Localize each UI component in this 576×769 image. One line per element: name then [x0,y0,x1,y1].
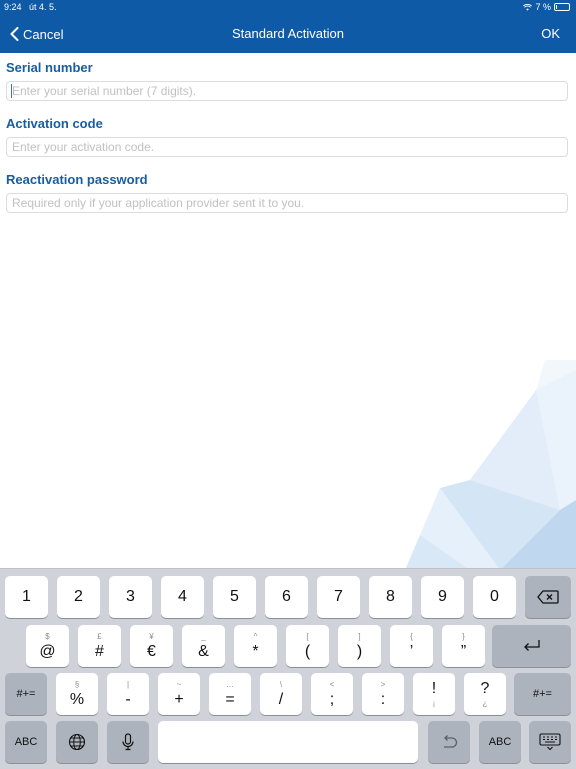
activation-code-input[interactable] [6,137,568,157]
key-6[interactable]: 6 [265,576,308,618]
key-5[interactable]: 5 [213,576,256,618]
key-slash[interactable]: \ / [260,673,302,715]
microphone-key[interactable] [107,721,149,763]
activation-code-label: Activation code [6,116,103,131]
reactivation-password-input[interactable] [6,193,568,213]
key-quote[interactable]: }” [442,625,485,667]
ok-button[interactable]: OK [541,26,560,41]
key-colon[interactable]: >: [362,673,404,715]
key-apostrophe[interactable]: {’ [390,625,433,667]
key-2[interactable]: 2 [57,576,100,618]
key-euro[interactable]: ¥ € [130,625,173,667]
symbols-shift-key-right[interactable]: #+= [514,673,571,715]
key-plus[interactable]: ~ + [158,673,200,715]
abc-key-right[interactable]: ABC [479,721,521,763]
key-equals[interactable]: … = [209,673,251,715]
abc-key-left[interactable]: ABC [5,721,47,763]
globe-icon [68,733,86,751]
undo-key[interactable] [428,721,470,763]
status-time: 9:24 [4,2,22,12]
key-9[interactable]: 9 [421,576,464,618]
return-key[interactable] [492,625,571,667]
key-exclamation[interactable]: ! ¡ [413,673,455,715]
key-percent[interactable]: §% [56,673,98,715]
navigation-bar: 9:24 út 4. 5. 7 % Cancel Standard Activa… [0,0,576,53]
return-icon [523,640,540,651]
background-decoration [405,360,576,570]
battery-icon [554,3,570,11]
key-8[interactable]: 8 [369,576,412,618]
page-title: Standard Activation [231,26,345,41]
keyboard-dismiss-icon [539,733,561,751]
undo-icon [444,735,458,748]
backspace-key[interactable] [525,576,571,618]
status-indicators: 7 % [523,2,570,12]
status-time-date: 9:24 út 4. 5. [4,2,57,12]
key-at[interactable]: $ @ [26,625,69,667]
wifi-icon [523,3,533,11]
globe-key[interactable] [56,721,98,763]
symbols-shift-key[interactable]: #+= [5,673,47,715]
key-0[interactable]: 0 [473,576,516,618]
backspace-icon [537,590,559,604]
text-cursor [11,84,12,98]
key-3[interactable]: 3 [109,576,152,618]
key-hash[interactable]: £ # [78,625,121,667]
key-minus[interactable]: | - [107,673,149,715]
key-1[interactable]: 1 [5,576,48,618]
serial-number-label: Serial number [6,60,93,75]
key-question[interactable]: ? ¿ [464,673,506,715]
serial-number-input[interactable] [6,81,568,101]
on-screen-keyboard: 1 2 3 4 5 6 7 8 9 0 $ @ £ # ¥ € _ & ^ * [( ])… [0,568,576,769]
status-date: út 4. 5. [29,2,57,12]
hide-keyboard-key[interactable] [529,721,571,763]
reactivation-password-label: Reactivation password [6,172,148,187]
key-right-paren[interactable]: ]) [338,625,381,667]
key-left-paren[interactable]: [( [286,625,329,667]
battery-percent: 7 % [535,2,551,12]
key-7[interactable]: 7 [317,576,360,618]
microphone-icon [122,733,134,751]
key-semicolon[interactable]: <; [311,673,353,715]
space-key[interactable] [158,721,418,763]
key-4[interactable]: 4 [161,576,204,618]
key-ampersand[interactable]: _ & [182,625,225,667]
key-asterisk[interactable]: ^ * [234,625,277,667]
